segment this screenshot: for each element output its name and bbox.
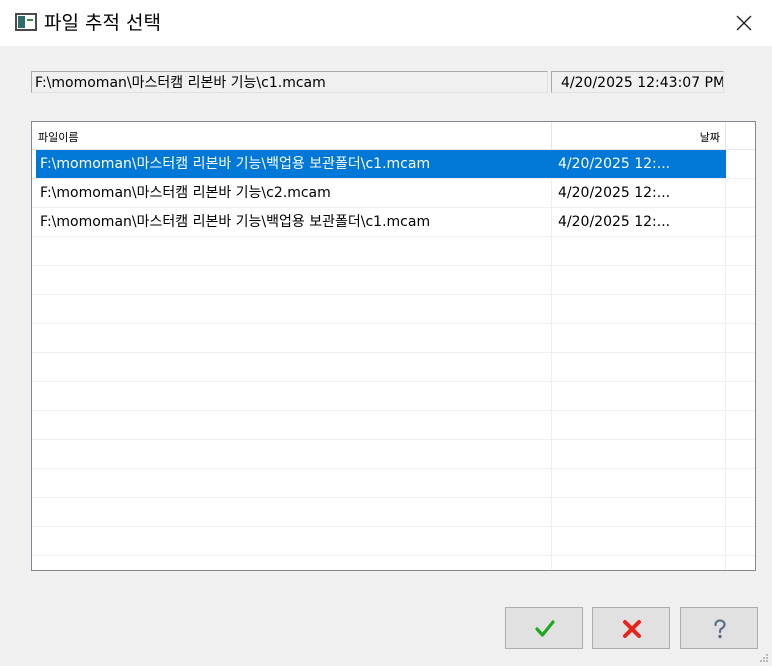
column-header-date[interactable]: 날짜 [32, 129, 720, 145]
row-file-date: 4/20/2025 12:... [558, 185, 671, 201]
row-file-name: F:\momoman\마스터캠 리본바 기능\백업용 보관폴더\c1.mcam [40, 214, 431, 230]
current-date-field: 4/20/2025 12:43:07 PM [551, 71, 724, 93]
table-row[interactable]: F:\momoman\마스터캠 리본바 기능\백업용 보관폴더\c1.mcam 4… [32, 150, 755, 179]
row-divider [32, 497, 755, 498]
checkmark-icon [535, 620, 555, 637]
ok-button[interactable] [505, 607, 583, 649]
list-header: 파일이름 날짜 [32, 122, 755, 150]
table-row[interactable]: F:\momoman\마스터캠 리본바 기능\c2.mcam 4/20/2025 … [32, 179, 755, 208]
row-divider [32, 439, 755, 440]
row-divider [32, 410, 755, 411]
row-divider [32, 294, 755, 295]
dialog-app-icon [15, 13, 37, 31]
row-file-date: 4/20/2025 12:... [558, 156, 671, 172]
close-icon [736, 15, 752, 31]
row-file-name: F:\momoman\마스터캠 리본바 기능\c2.mcam [40, 185, 331, 201]
row-divider [32, 381, 755, 382]
red-x-icon [623, 620, 641, 638]
table-row[interactable]: F:\momoman\마스터캠 리본바 기능\백업용 보관폴더\c1.mcam 4… [32, 208, 755, 237]
row-divider [32, 555, 755, 556]
help-button[interactable] [680, 607, 758, 649]
cancel-button[interactable] [592, 607, 670, 649]
title-bar: 파일 추적 선택 [0, 0, 772, 46]
current-path-field: F:\momoman\마스터캠 리본바 기능\c1.mcam [31, 71, 548, 93]
row-divider [32, 265, 755, 266]
resize-grip[interactable] [758, 652, 770, 664]
row-divider [32, 323, 755, 324]
window-title: 파일 추적 선택 [44, 12, 161, 34]
file-list[interactable]: 파일이름 날짜 F:\momoman\마스터캠 리본바 기능\백업용 보관폴더\… [31, 121, 756, 571]
question-mark-icon [714, 619, 726, 639]
close-button[interactable] [726, 6, 762, 40]
row-file-date: 4/20/2025 12:... [558, 214, 671, 230]
row-divider [32, 526, 755, 527]
row-file-name: F:\momoman\마스터캠 리본바 기능\백업용 보관폴더\c1.mcam [40, 156, 431, 172]
row-divider [32, 468, 755, 469]
row-divider [32, 352, 755, 353]
